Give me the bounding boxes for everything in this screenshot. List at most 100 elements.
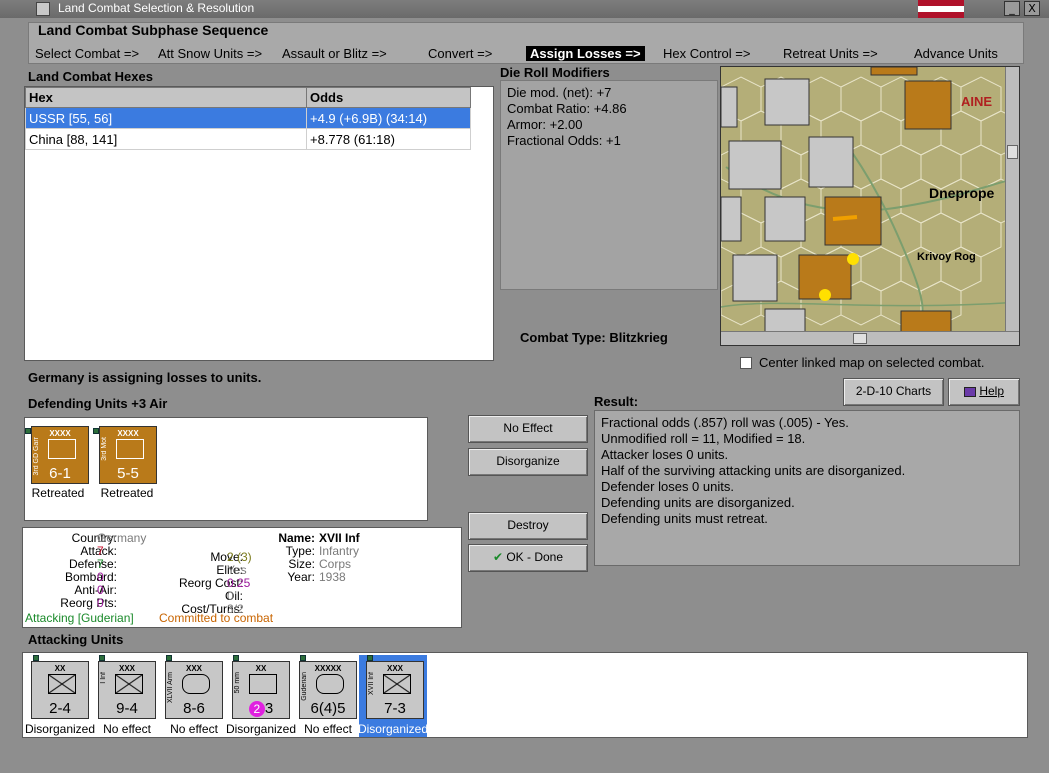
- unit-name: 3rd Mot: [101, 437, 108, 461]
- type-label: Type:: [285, 544, 315, 558]
- bombard-label: Bombard:: [64, 570, 117, 584]
- infantry-unit-icon: [383, 674, 411, 694]
- charts-button[interactable]: 2-D-10 Charts: [843, 378, 944, 406]
- garrison-unit-icon: [48, 439, 76, 459]
- map-horizontal-scroll-thumb[interactable]: [853, 333, 867, 344]
- defending-unit[interactable]: XXXX 3rd GD Garr 6-1: [31, 426, 89, 484]
- unit-status: No effect: [170, 722, 218, 736]
- year-value: 1938: [319, 570, 346, 584]
- help-book-icon: [963, 386, 976, 397]
- disorganize-button[interactable]: Disorganize: [468, 448, 588, 476]
- unit-status: Disorganized: [357, 722, 429, 736]
- map-label-aine: AINE: [961, 94, 993, 109]
- attacking-unit[interactable]: XXX I Inf 9-4: [98, 661, 156, 719]
- unit-status: Retreated: [31, 486, 85, 500]
- unit-badge: 2: [248, 701, 265, 717]
- year-label: Year:: [287, 570, 315, 584]
- elite-value: Yes: [227, 563, 247, 577]
- hex-row[interactable]: USSR [55, 56] +4.9 (+6.9B) (34:14): [25, 107, 471, 129]
- name-value: XVII Inf: [319, 531, 360, 545]
- checkmark-icon: ✔: [492, 550, 503, 564]
- type-value: Infantry: [319, 544, 360, 558]
- size-label: Size:: [288, 557, 315, 571]
- window-title-bar: Land Combat Selection & Resolution _ X: [0, 0, 1049, 18]
- unit-status: No effect: [304, 722, 352, 736]
- no-effect-button[interactable]: No Effect: [468, 415, 588, 443]
- result-box: Fractional odds (.857) roll was (.005) -…: [594, 410, 1020, 566]
- size-value: Corps: [319, 557, 352, 571]
- unit-strength-value: 3: [264, 700, 274, 717]
- ok-done-label: OK - Done: [506, 550, 564, 564]
- unit-size: XX: [255, 664, 267, 673]
- center-linked-map-checkbox[interactable]: [740, 357, 752, 369]
- step-att-snow-units: Att Snow Units =>: [158, 46, 263, 61]
- defending-unit[interactable]: XXXX 3rd Mot 5-5: [99, 426, 157, 484]
- bombard-value: 0: [97, 570, 104, 584]
- unit-size: XXXXX: [314, 664, 342, 673]
- attack-value: 7: [97, 544, 104, 558]
- unit-strength: 5-5: [117, 465, 139, 482]
- attacking-unit[interactable]: XX 50 mm 23: [232, 661, 290, 719]
- unit-size: XXX: [118, 664, 135, 673]
- destroy-button[interactable]: Destroy: [468, 512, 588, 540]
- subphase-sequence-title: Land Combat Subphase Sequence: [38, 22, 269, 38]
- attacking-units-title: Attacking Units: [28, 632, 124, 647]
- unit-strength: 23: [233, 700, 289, 717]
- unit-name: Guderian: [301, 672, 308, 701]
- motorized-unit-icon: [116, 439, 144, 459]
- unit-size: XXXX: [117, 429, 139, 438]
- oil-value: 0: [227, 589, 234, 603]
- attacking-unit[interactable]: XXX XVII Inf 7-3: [366, 661, 424, 719]
- map-horizontal-scrollbar[interactable]: [721, 331, 1019, 345]
- hex-row[interactable]: China [88, 141] +8.778 (61:18): [25, 128, 471, 150]
- result-title: Result:: [594, 394, 639, 409]
- reorg-cost-value: 0.25: [227, 576, 251, 590]
- antiair-value: 0: [97, 583, 104, 597]
- odds-cell[interactable]: +4.9 (+6.9B) (34:14): [306, 107, 471, 129]
- hexes-table: Hex Odds USSR [55, 56] +4.9 (+6.9B) (34:…: [25, 87, 471, 150]
- help-button[interactable]: Help: [948, 378, 1020, 406]
- land-combat-hexes-title: Land Combat Hexes: [28, 69, 153, 84]
- unit-name: I Inf: [100, 672, 107, 684]
- defense-label: Defense:: [68, 557, 117, 571]
- die-roll-modifiers-title: Die Roll Modifiers: [500, 65, 610, 80]
- combat-map[interactable]: AINE Dneprope Krivoy Rog: [720, 66, 1020, 346]
- map-label-krivoy-rog: Krivoy Rog: [917, 251, 976, 263]
- attacking-unit[interactable]: XX 2-4: [31, 661, 89, 719]
- defense-value: 7: [97, 557, 104, 571]
- move-value: 2 (3): [227, 550, 252, 564]
- attacking-unit[interactable]: XXX XLVII Arm 8-6: [165, 661, 223, 719]
- combat-type-label: Combat Type:: [520, 330, 606, 345]
- map-vertical-scroll-thumb[interactable]: [1007, 145, 1018, 159]
- unit-strength: 6-1: [49, 465, 71, 482]
- window-title: Land Combat Selection & Resolution: [58, 1, 255, 15]
- antiair-label: Anti-Air:: [74, 583, 117, 597]
- map-label-dnepropetrovsk: Dneprope: [929, 185, 995, 201]
- unit-status: Disorganized: [225, 722, 297, 736]
- infantry-unit-icon: [48, 674, 76, 694]
- ok-done-button[interactable]: ✔ OK - Done: [468, 544, 588, 572]
- defending-units-title: Defending Units +3 Air: [28, 396, 168, 411]
- hex-cell[interactable]: China [88, 141]: [25, 128, 307, 150]
- attacking-unit[interactable]: XXXXX Guderian 6(4)5: [299, 661, 357, 719]
- col-hex-header[interactable]: Hex: [25, 87, 307, 108]
- german-flag-icon: [918, 0, 964, 18]
- unit-strength: 6(4)5: [310, 700, 346, 717]
- minimize-button[interactable]: _: [1004, 1, 1020, 16]
- center-linked-map-label: Center linked map on selected combat.: [759, 355, 985, 370]
- col-odds-header[interactable]: Odds: [306, 87, 471, 108]
- close-button[interactable]: X: [1024, 1, 1040, 16]
- step-advance-units: Advance Units: [914, 46, 998, 61]
- step-assault-or-blitz: Assault or Blitz =>: [282, 46, 387, 61]
- map-vertical-scrollbar[interactable]: [1005, 67, 1019, 331]
- name-label: Name:: [278, 531, 315, 545]
- result-line: Attacker loses 0 units.: [601, 447, 729, 462]
- unit-size: XXX: [185, 664, 202, 673]
- step-assign-losses: Assign Losses =>: [526, 46, 645, 61]
- country-value: Germany: [97, 531, 147, 545]
- hex-cell[interactable]: USSR [55, 56]: [25, 107, 307, 129]
- step-retreat-units: Retreat Units =>: [783, 46, 878, 61]
- committed-status: Committed to combat: [159, 611, 274, 625]
- odds-cell[interactable]: +8.778 (61:18): [306, 128, 471, 150]
- defending-units-box: XXXX 3rd GD Garr 6-1 Retreated XXXX 3rd …: [24, 417, 428, 521]
